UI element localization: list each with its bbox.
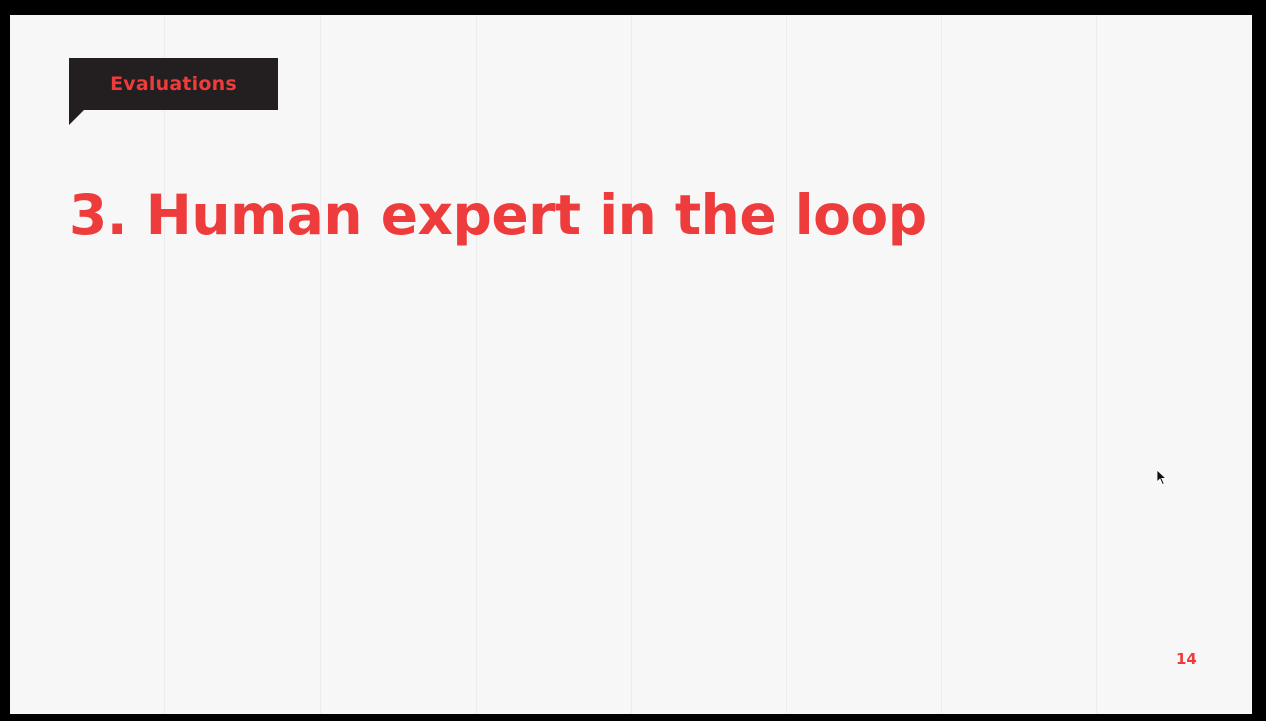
slide: Evaluations 3. Human expert in the loop …	[10, 15, 1252, 714]
grid-line	[941, 15, 942, 714]
grid-line	[786, 15, 787, 714]
presentation-frame: Evaluations 3. Human expert in the loop …	[0, 0, 1266, 721]
grid-line	[164, 15, 165, 714]
grid-line	[1096, 15, 1097, 714]
grid-line	[320, 15, 321, 714]
grid-line	[631, 15, 632, 714]
section-tag-tail	[69, 110, 84, 125]
mouse-pointer-icon	[1157, 470, 1167, 486]
page-number: 14	[1176, 650, 1197, 668]
slide-title: 3. Human expert in the loop	[69, 183, 927, 247]
section-tag-label: Evaluations	[110, 73, 237, 95]
section-tag: Evaluations	[69, 58, 278, 110]
grid-line	[476, 15, 477, 714]
